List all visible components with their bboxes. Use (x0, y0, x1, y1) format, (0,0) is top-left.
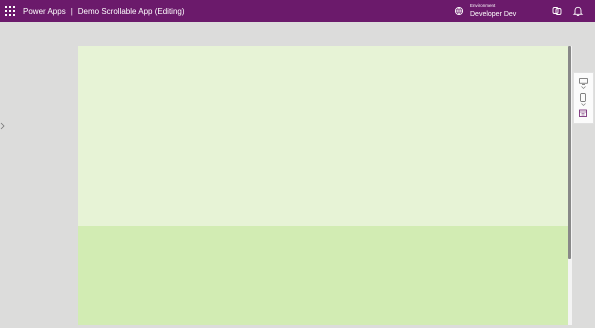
app-header: Power Apps | Demo Scrollable App (Editin… (0, 0, 595, 22)
bell-icon[interactable] (572, 5, 584, 17)
monitor-icon[interactable] (579, 78, 588, 85)
phone-icon[interactable] (580, 93, 586, 102)
waffle-icon[interactable] (5, 6, 15, 16)
chevron-down-icon (581, 103, 586, 106)
canvas-toolbox (573, 72, 594, 124)
screen-lower-section[interactable] (78, 226, 568, 325)
expand-panel-icon[interactable] (0, 122, 5, 130)
calendar-icon[interactable] (579, 109, 587, 117)
environment-label: Environment (470, 3, 496, 9)
app-name[interactable]: Power Apps (23, 7, 66, 16)
chevron-down-icon (581, 86, 586, 89)
app-screen-canvas[interactable] (78, 46, 568, 325)
environment-picker[interactable]: Environment Developer Dev (454, 2, 516, 20)
environment-name: Developer Dev (470, 10, 517, 18)
canvas-scrollbar-thumb[interactable] (568, 46, 571, 259)
header-title: Power Apps | Demo Scrollable App (Editin… (23, 0, 185, 22)
title-separator: | (70, 6, 73, 16)
app-title: Demo Scrollable App (Editing) (77, 6, 185, 16)
copilot-icon[interactable] (551, 5, 563, 17)
environment-icon (454, 6, 464, 16)
